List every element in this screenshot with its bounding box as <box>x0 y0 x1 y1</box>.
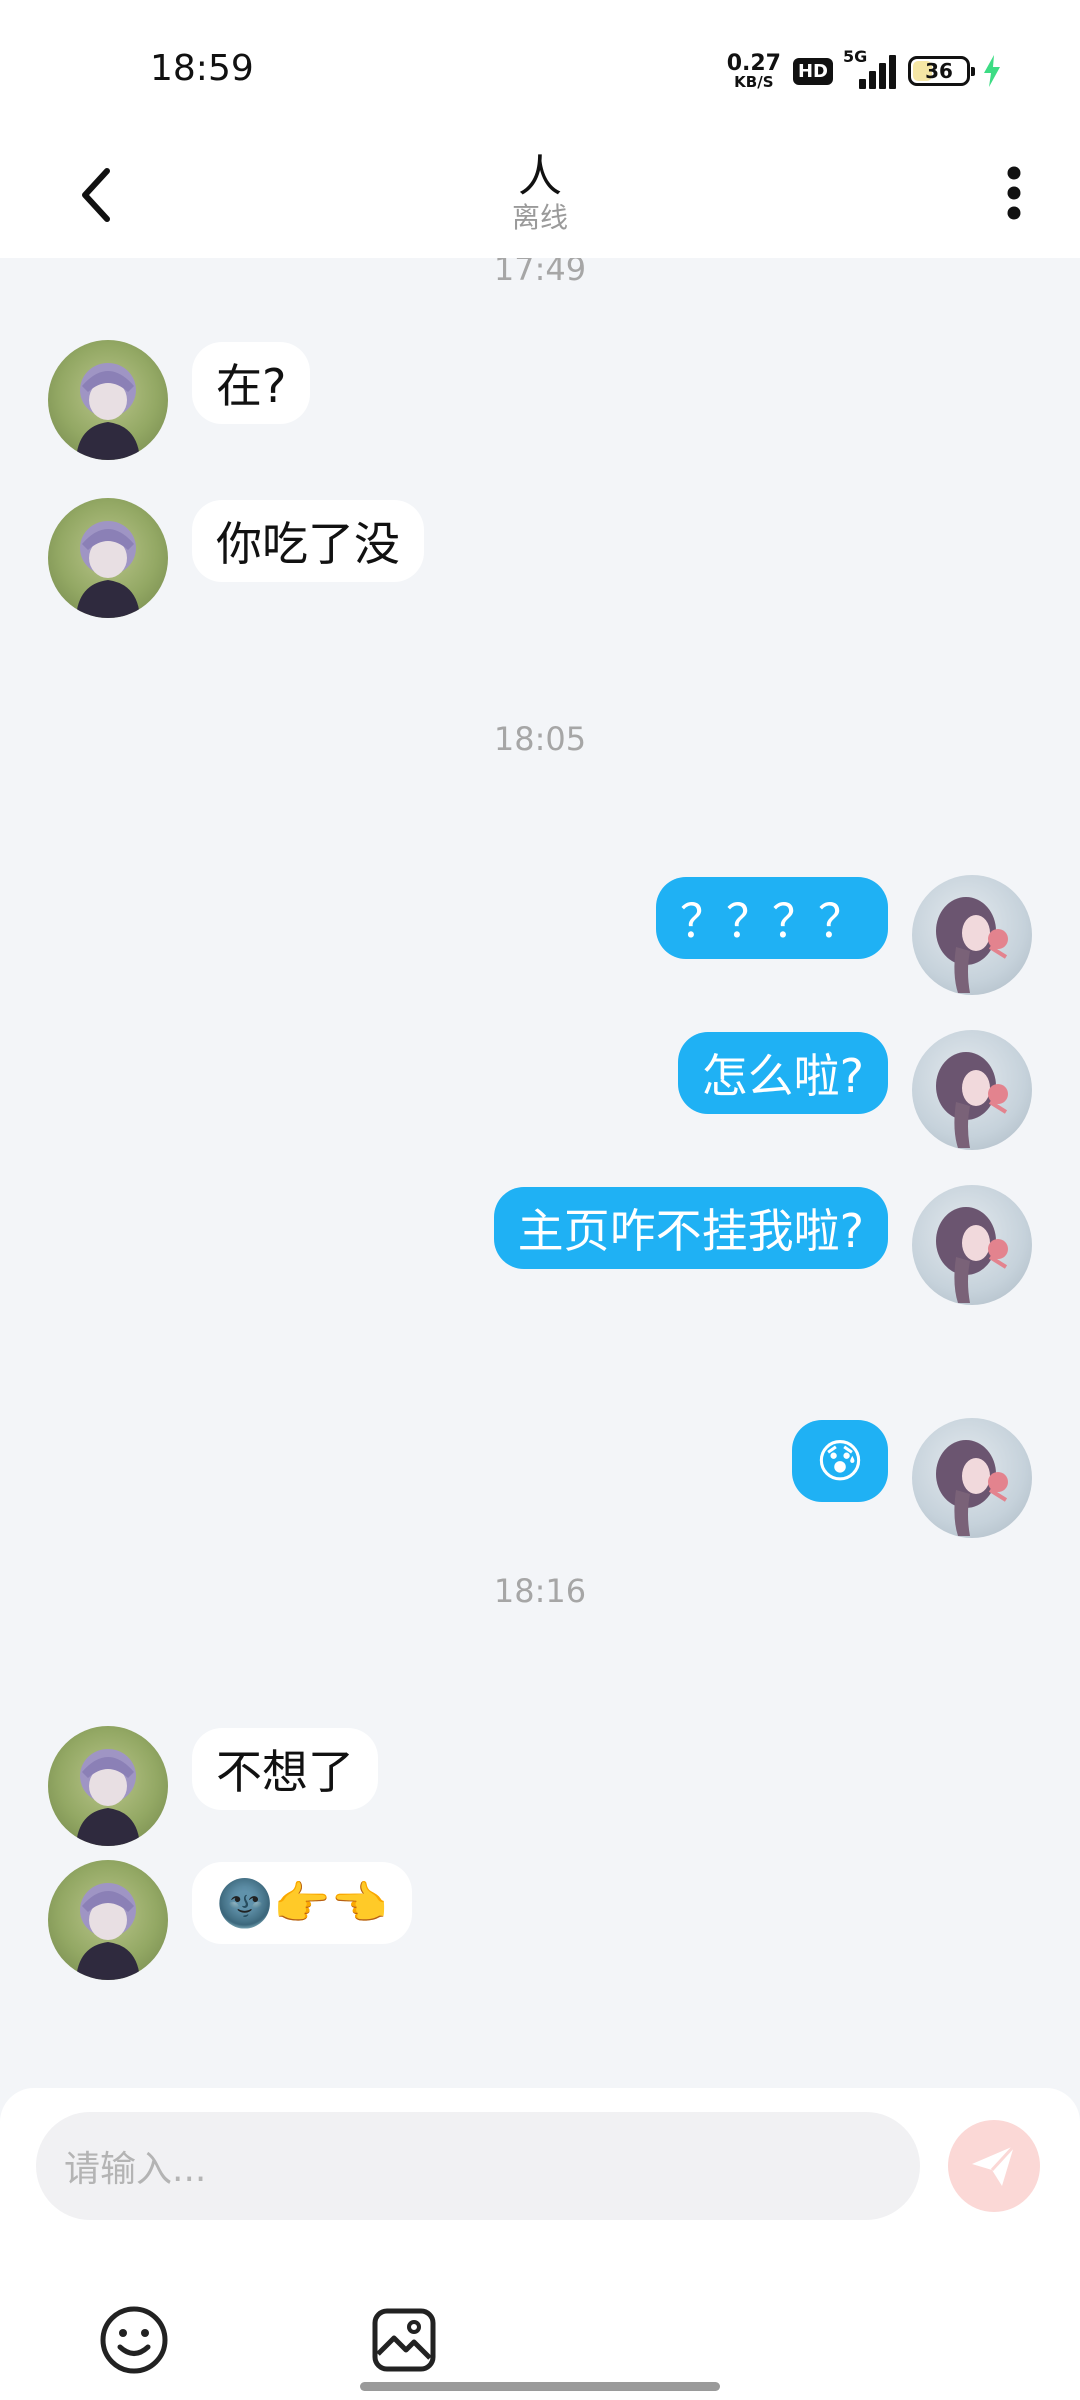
chat-screen: 18:59 0.27 KB/S HD 5G 36 人 离线 17:49 在? 你… <box>0 0 1080 2400</box>
message-bubble[interactable]: 😰 <box>792 1420 888 1502</box>
message-bubble[interactable]: 怎么啦? <box>677 1032 888 1114</box>
my-avatar[interactable] <box>912 1185 1032 1305</box>
message-list[interactable]: 17:49 在? 你吃了没 18:05 ？？？？ 怎么啦? 主页咋不挂我啦? 😰 18:16 不想… <box>0 258 1080 2088</box>
timestamp: 17:49 <box>493 258 587 288</box>
timestamp: 18:05 <box>493 720 587 758</box>
battery-level: 36 <box>925 59 953 83</box>
network-type: 5G <box>843 47 868 66</box>
signal-icon: 5G <box>843 47 896 89</box>
incoming-message-row: 你吃了没 <box>0 498 1080 620</box>
emoji-button[interactable] <box>96 2302 172 2378</box>
network-speed: 0.27 KB/S <box>726 50 781 91</box>
outgoing-message-row: 😰 <box>0 1418 1080 1540</box>
message-bubble[interactable]: 在? <box>192 342 311 424</box>
battery-icon: 36 <box>908 56 975 86</box>
message-bubble[interactable]: 你吃了没 <box>192 500 424 582</box>
contact-status: 离线 <box>511 201 568 234</box>
message-bubble[interactable]: ？？？？ <box>656 877 888 959</box>
home-indicator[interactable] <box>360 2382 720 2391</box>
image-icon <box>372 2308 436 2372</box>
more-options-button[interactable] <box>984 158 1044 228</box>
status-bar: 18:59 0.27 KB/S HD 5G 36 <box>0 0 1080 130</box>
message-bubble[interactable]: 主页咋不挂我啦? <box>493 1187 888 1269</box>
smiley-icon <box>100 2306 168 2374</box>
contact-avatar[interactable] <box>48 498 168 618</box>
incoming-message-row: 🌚👉👈 <box>0 1860 1080 1982</box>
outgoing-message-row: 主页咋不挂我啦? <box>0 1185 1080 1307</box>
contact-avatar[interactable] <box>48 340 168 460</box>
contact-avatar[interactable] <box>48 1726 168 1846</box>
send-button[interactable] <box>948 2120 1040 2212</box>
outgoing-message-row: ？？？？ <box>0 875 1080 997</box>
message-bubble[interactable]: 🌚👉👈 <box>192 1862 412 1944</box>
contact-name: 人 <box>518 151 562 202</box>
image-button[interactable] <box>366 2302 442 2378</box>
send-icon <box>972 2144 1016 2186</box>
my-avatar[interactable] <box>912 1030 1032 1150</box>
charging-icon <box>984 55 1000 87</box>
status-time: 18:59 <box>150 48 254 89</box>
more-vertical-icon <box>1007 166 1021 220</box>
contact-avatar[interactable] <box>48 1860 168 1980</box>
incoming-message-row: 在? <box>0 340 1080 462</box>
outgoing-message-row: 怎么啦? <box>0 1030 1080 1152</box>
network-speed-unit: KB/S <box>734 72 774 91</box>
my-avatar[interactable] <box>912 1418 1032 1538</box>
timestamp: 18:16 <box>493 1572 587 1610</box>
input-bar: 请输入... <box>0 2088 1080 2400</box>
message-input[interactable]: 请输入... <box>36 2112 920 2220</box>
my-avatar[interactable] <box>912 875 1032 995</box>
hd-badge: HD <box>792 57 833 85</box>
incoming-message-row: 不想了 <box>0 1726 1080 1848</box>
message-bubble[interactable]: 不想了 <box>192 1728 378 1810</box>
network-speed-value: 0.27 <box>726 50 781 76</box>
status-icons: 0.27 KB/S HD 5G 36 <box>726 47 1002 94</box>
chat-header: 人 离线 <box>0 130 1080 258</box>
